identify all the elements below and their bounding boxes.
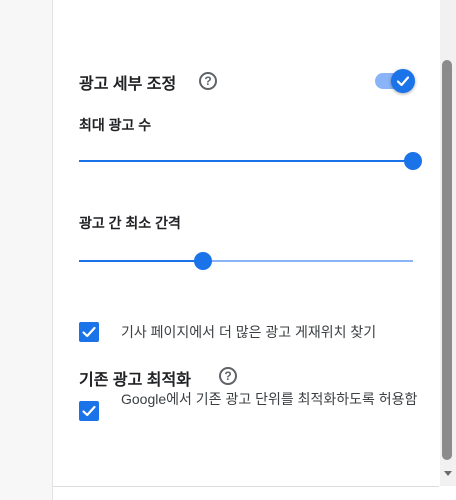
slider-thumb[interactable]	[194, 252, 212, 270]
ad-settings-title: 광고 세부 조정	[79, 76, 177, 93]
slider-thumb[interactable]	[404, 152, 422, 170]
existing-ads-title: 기존 광고 최적화	[79, 372, 191, 389]
scroll-down-arrow-icon[interactable]	[442, 468, 454, 478]
find-placements-checkbox[interactable]	[79, 322, 99, 342]
max-ads-label: 최대 광고 수	[79, 117, 152, 133]
optimize-existing-checkbox[interactable]	[79, 401, 99, 421]
toggle-knob	[391, 69, 415, 93]
slider-track-inactive	[203, 260, 413, 262]
min-spacing-label: 광고 간 최소 간격	[79, 215, 181, 231]
help-icon[interactable]: ?	[219, 367, 237, 385]
next-section-edge	[53, 487, 439, 500]
check-icon	[82, 326, 96, 338]
check-icon	[396, 76, 410, 87]
slider-track-active	[79, 260, 203, 262]
slider-track-active	[79, 160, 413, 162]
optimize-existing-label: Google에서 기존 광고 단위를 최적화하도록 허용함	[121, 391, 418, 407]
help-icon[interactable]: ?	[199, 72, 217, 90]
find-placements-label: 기사 페이지에서 더 많은 광고 게재위치 찾기	[121, 324, 377, 340]
page-background-left	[0, 0, 53, 500]
scrollbar-thumb[interactable]	[442, 60, 452, 460]
check-icon	[82, 405, 96, 417]
